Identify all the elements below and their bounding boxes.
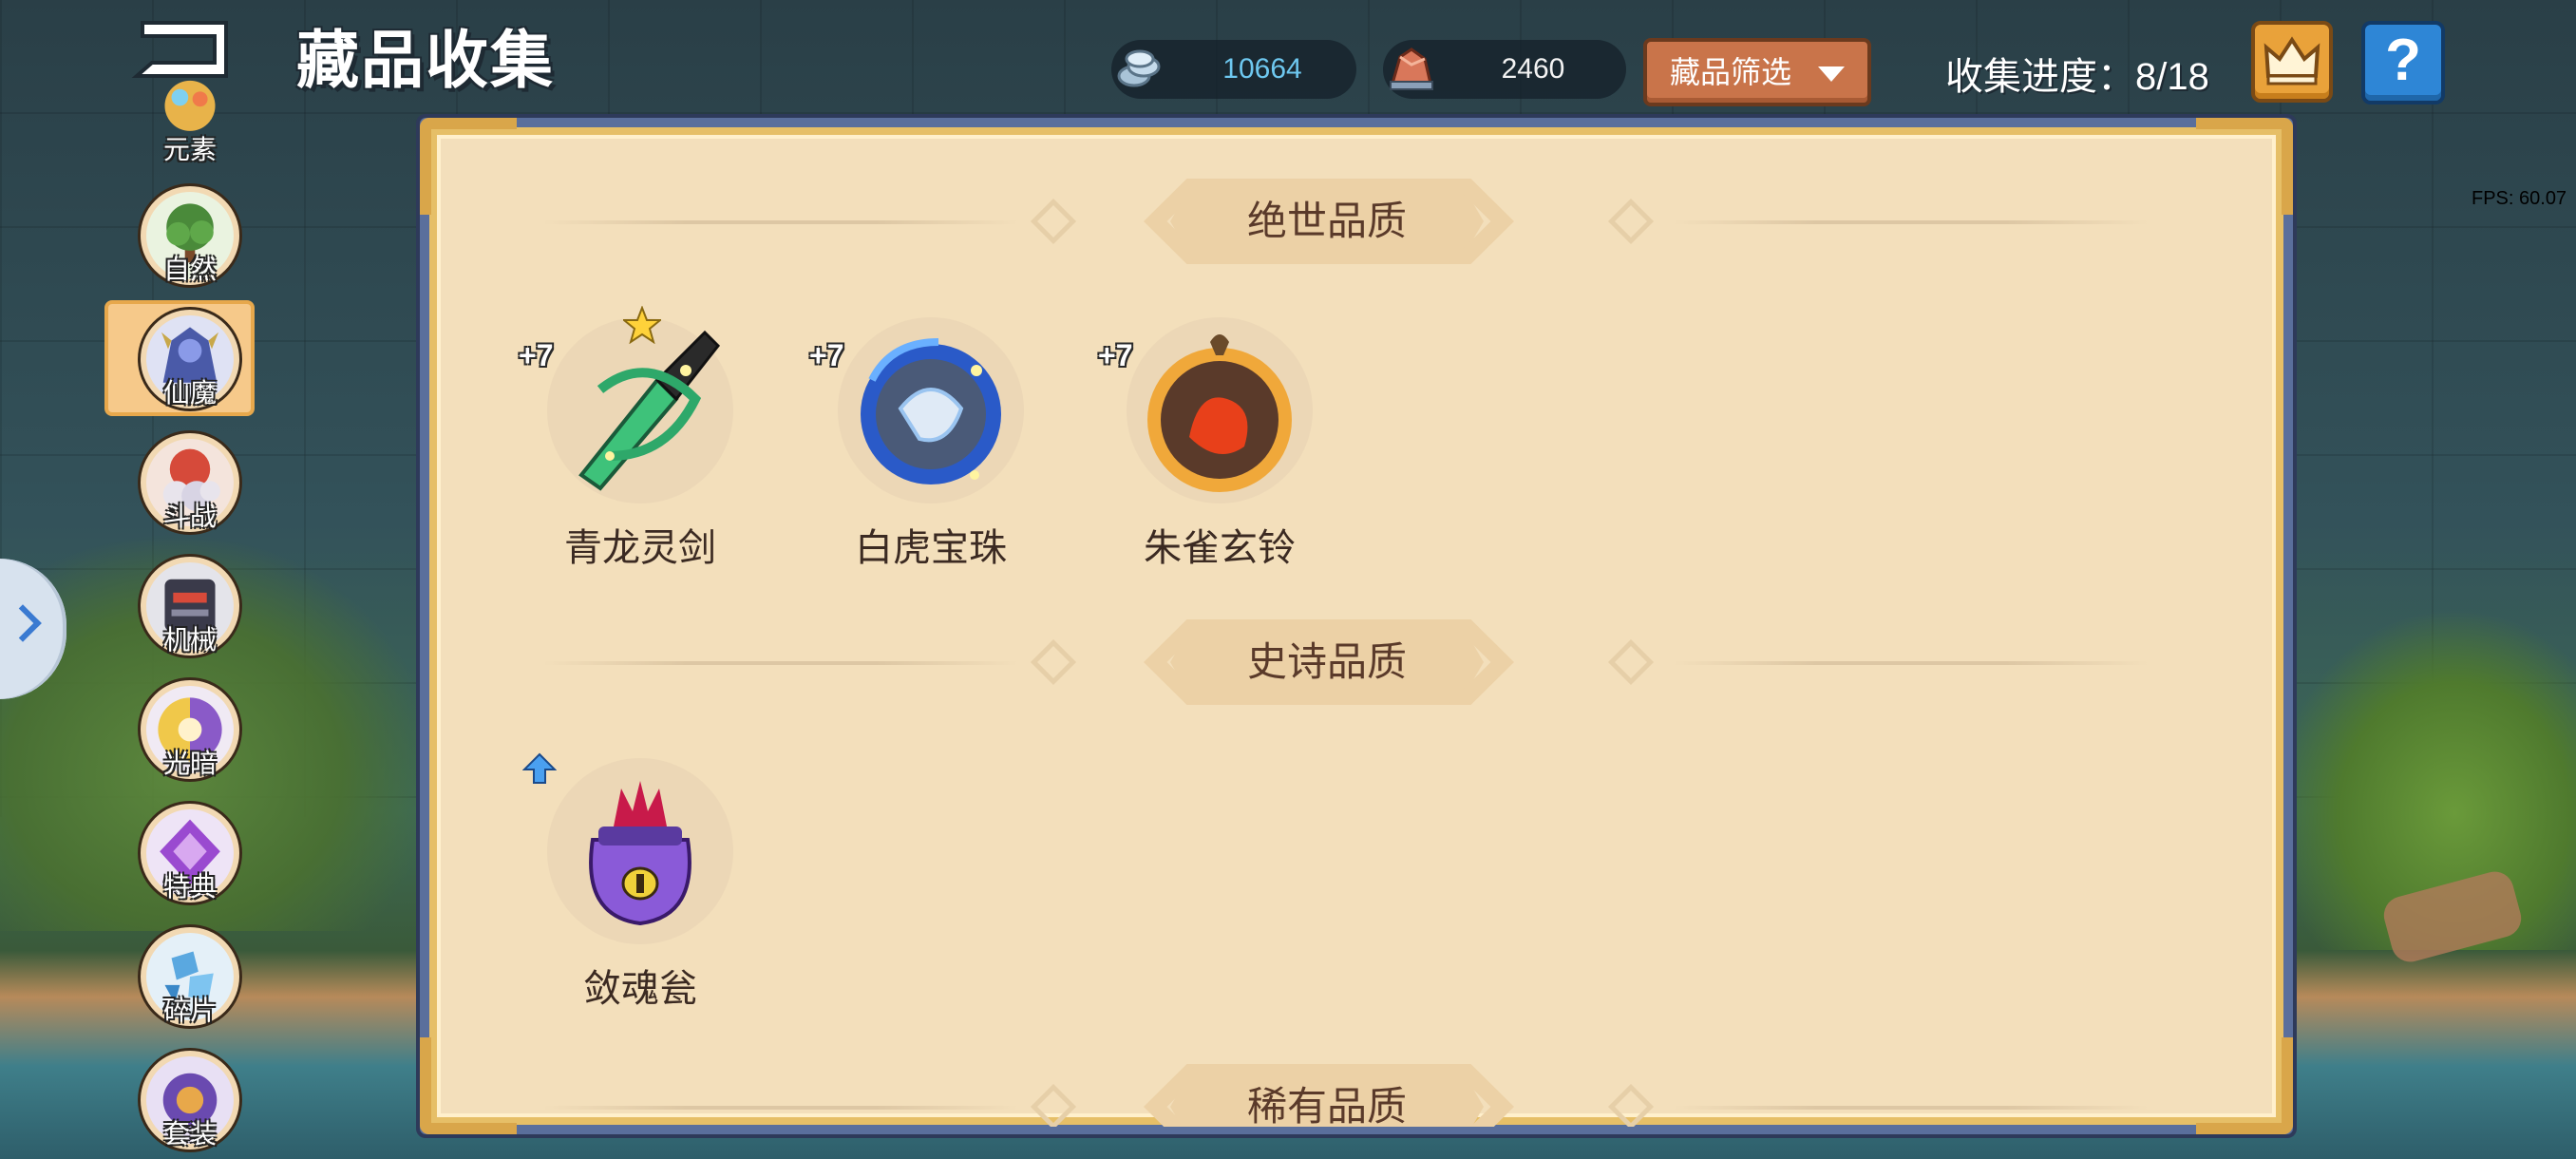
chevron-down-icon (1818, 66, 1845, 82)
section-title: 稀有品质 (1246, 1084, 1407, 1127)
progress-label: 收集进度： (1945, 56, 2135, 98)
ranking-button[interactable] (2251, 21, 2333, 103)
collection-filter-dropdown[interactable]: 藏品筛选 (1643, 38, 1871, 106)
gem-amount: 2460 (1501, 53, 1565, 85)
filter-label: 藏品筛选 (1670, 55, 1792, 89)
divider-diamond (1607, 198, 1655, 245)
silver-coin-icon (1111, 42, 1166, 97)
star-icon (623, 306, 661, 344)
divider-diamond (1607, 1083, 1655, 1127)
help-button[interactable]: ? (2361, 21, 2445, 104)
divider-diamond (1030, 198, 1077, 245)
sidebar-item-sets[interactable]: 套装 (141, 1051, 239, 1150)
sidebar-item-special[interactable]: 特典 (141, 804, 239, 902)
collection-item[interactable]: +7 朱雀玄铃 (1096, 314, 1343, 589)
divider-line (1674, 1106, 2149, 1110)
sidebar-item-machinery[interactable]: 机械 (141, 557, 239, 656)
sidebar-item-label: 自然 (162, 255, 217, 284)
sidebar-item-label: 机械 (162, 625, 217, 655)
collection-item[interactable]: +7 白虎宝珠 (807, 314, 1054, 589)
divider-line (1674, 661, 2149, 665)
sidebar-item-label: 特典 (162, 872, 217, 902)
sidebar-item-label: 元素 (162, 135, 217, 164)
chevron-right-icon (4, 604, 42, 642)
upgrade-arrow-icon (522, 752, 557, 784)
sidebar-item-label: 斗战 (162, 502, 217, 531)
sidebar-item-battle[interactable]: 斗战 (141, 433, 239, 532)
collection-item[interactable]: 敛魂瓮 (517, 752, 764, 1030)
sidebar-item-label: 碎片 (162, 996, 217, 1025)
crown-icon (2263, 36, 2320, 86)
item-level: +7 (809, 338, 844, 372)
sidebar-item-label: 套装 (162, 1119, 217, 1149)
section-title: 史诗品质 (1246, 639, 1407, 684)
collection-panel: 绝世品质 +7 青龙灵剑 +7 白虎宝珠 +7 朱雀玄铃 史诗品质 敛魂瓮 稀有… (420, 118, 2293, 1134)
collection-progress: 收集进度：8/18 (1945, 46, 2209, 101)
section-header-legendary: 绝世品质 (429, 179, 2283, 264)
item-name: 青龙灵剑 (564, 527, 716, 569)
item-level: +7 (519, 338, 554, 372)
sidebar-item-label: 仙魔 (162, 378, 217, 408)
section-header-epic: 史诗品质 (429, 619, 2283, 705)
section-header-rare: 稀有品质 (429, 1064, 2283, 1127)
divider-line (543, 661, 1018, 665)
vermilion-bird-bell-icon (1123, 314, 1316, 507)
divider-line (543, 220, 1018, 224)
divider-diamond (1030, 1083, 1077, 1127)
sidebar-item-element[interactable]: 元素 (141, 66, 239, 165)
section-title: 绝世品质 (1246, 199, 1407, 243)
silver-amount: 10664 (1222, 53, 1302, 85)
divider-diamond (1030, 638, 1077, 686)
sidebar-item-label: 光暗 (162, 749, 217, 778)
item-name: 白虎宝珠 (855, 527, 1007, 569)
sidebar-item-fragments[interactable]: 碎片 (141, 927, 239, 1026)
white-tiger-orb-icon (834, 314, 1028, 507)
gem-icon (1383, 42, 1438, 97)
silver-currency: 10664 (1111, 40, 1356, 99)
fps-counter: FPS: 60.07 (2472, 188, 2567, 209)
soul-urn-icon (543, 754, 737, 948)
item-name: 朱雀玄铃 (1144, 527, 1296, 569)
divider-line (543, 1106, 1018, 1110)
divider-diamond (1607, 638, 1655, 686)
question-mark-icon: ? (2385, 28, 2421, 93)
sidebar-item-nature[interactable]: 自然 (141, 186, 239, 285)
gem-currency: 2460 (1383, 40, 1626, 99)
sidebar-item-light-dark[interactable]: 光暗 (141, 680, 239, 779)
item-name: 敛魂瓮 (583, 968, 697, 1010)
page-title: 藏品收集 (296, 25, 555, 95)
collection-item[interactable]: +7 青龙灵剑 (517, 306, 764, 589)
divider-line (1674, 220, 2149, 224)
progress-value: 8/18 (2135, 56, 2209, 98)
sidebar-item-immortal-demon[interactable]: 仙魔 (141, 310, 239, 408)
item-level: +7 (1098, 338, 1133, 372)
